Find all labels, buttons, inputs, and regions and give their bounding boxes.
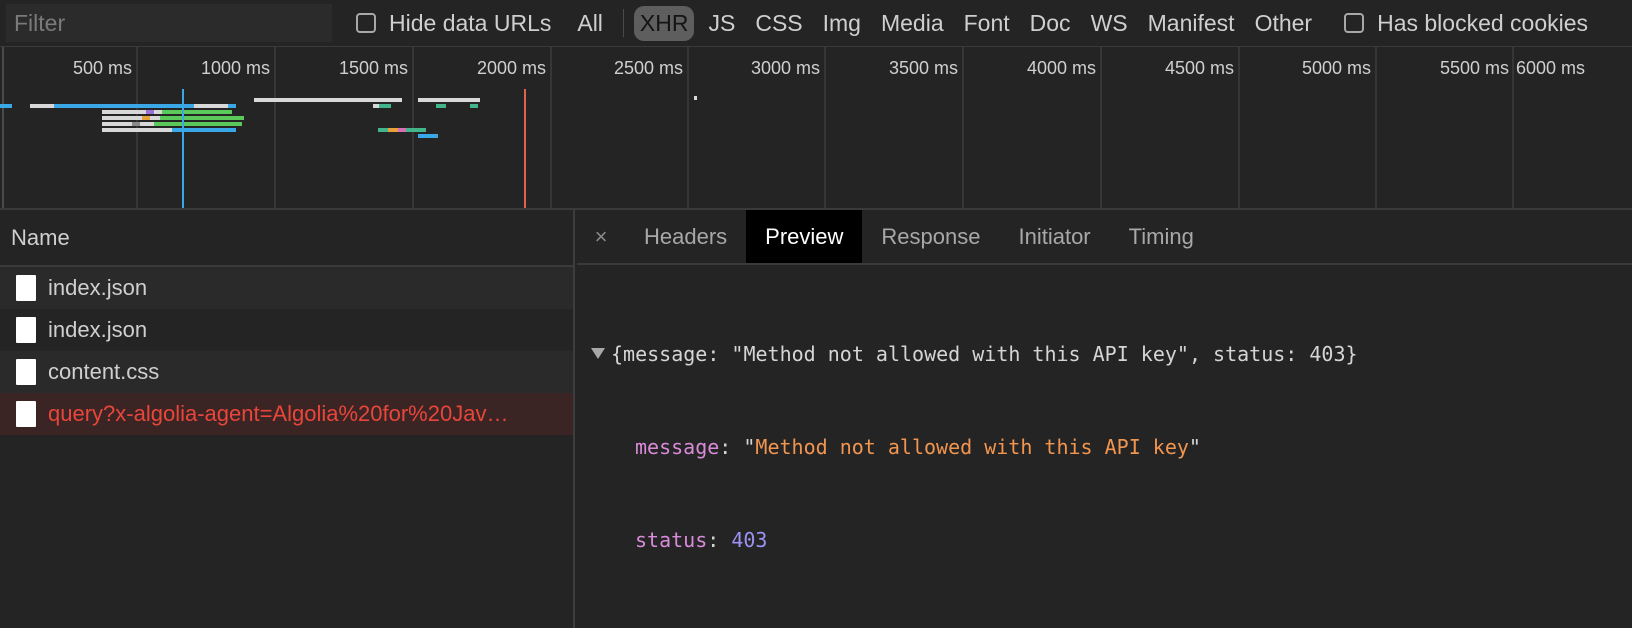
has-blocked-cookies-label: Has blocked cookies [1377, 9, 1589, 36]
request-bar [154, 110, 162, 114]
type-filter-ws[interactable]: WS [1085, 6, 1134, 41]
request-name: index.json [48, 317, 148, 342]
tick-label: 500 ms [72, 58, 132, 78]
json-string-value: Method not allowed with this API key [755, 435, 1189, 459]
request-row[interactable]: index.json [0, 267, 573, 309]
devtools-network-panel: Hide data URLs All XHR JS CSS Img Media … [0, 0, 1632, 628]
request-row[interactable]: index.json [0, 309, 573, 351]
request-bar [102, 122, 132, 126]
request-bar [470, 104, 478, 108]
request-bar [154, 122, 242, 126]
request-bar [140, 122, 154, 126]
request-bar [146, 110, 154, 114]
request-bar [194, 104, 228, 108]
request-bars [0, 96, 697, 138]
tick-label: 2500 ms [613, 58, 683, 78]
close-icon[interactable]: × [577, 210, 625, 263]
request-name: content.css [48, 359, 160, 384]
type-filter-all[interactable]: All [571, 6, 609, 41]
details-tab-bar: × Headers Preview Response Initiator Tim… [577, 210, 1632, 265]
tick-label: 6000 ms [1516, 58, 1586, 78]
type-divider [622, 9, 624, 37]
json-summary: {message: "Method not allowed with this … [611, 342, 1358, 366]
json-property-message: message: "Method not allowed with this A… [635, 435, 1201, 459]
type-filter-font[interactable]: Font [958, 6, 1016, 41]
request-bar [379, 104, 391, 108]
type-filter-manifest[interactable]: Manifest [1142, 6, 1241, 41]
tick-label: 4500 ms [1164, 58, 1234, 78]
request-bar [102, 128, 172, 132]
type-filter-css[interactable]: CSS [749, 6, 808, 41]
expand-triangle-icon[interactable] [591, 348, 605, 359]
request-bar [254, 98, 402, 102]
request-bar [172, 128, 236, 132]
request-details: × Headers Preview Response Initiator Tim… [577, 210, 1632, 628]
request-bar [373, 104, 379, 108]
file-icon [16, 275, 36, 301]
tab-response[interactable]: Response [862, 210, 999, 263]
request-bar [102, 110, 146, 114]
request-bar [436, 104, 446, 108]
request-bar [142, 116, 150, 120]
checkbox-icon[interactable] [1344, 13, 1365, 33]
tick-label: 4000 ms [1026, 58, 1096, 78]
json-root-object[interactable]: {message: "Method not allowed with this … [577, 339, 1632, 370]
json-property-status: status: 403 [635, 528, 768, 552]
has-blocked-cookies-checkbox[interactable]: Has blocked cookies [1344, 10, 1588, 37]
tick-label: 1000 ms [200, 58, 270, 78]
tick-label: 3000 ms [750, 58, 820, 78]
request-row-selected-error[interactable]: query?x-algolia-agent=Algolia%20for%20Ja… [0, 393, 573, 435]
request-row[interactable]: content.css [0, 351, 573, 393]
request-bar [694, 96, 697, 100]
request-bar [0, 104, 12, 108]
hide-data-urls-checkbox[interactable]: Hide data URLs [356, 10, 551, 37]
tick-label: 2000 ms [476, 58, 546, 78]
request-bar [388, 128, 398, 132]
name-column-header[interactable]: Name [0, 210, 573, 267]
tick-label: 5500 ms [1439, 58, 1509, 78]
request-name: query?x-algolia-agent=Algolia%20for%20Ja… [48, 401, 509, 426]
request-bar [378, 128, 388, 132]
request-bar [150, 116, 160, 120]
type-filter-xhr[interactable]: XHR [633, 5, 695, 41]
hide-data-urls-label: Hide data URLs [389, 9, 552, 36]
request-bar [162, 110, 232, 114]
name-column-label: Name [11, 224, 70, 250]
tab-timing[interactable]: Timing [1110, 210, 1213, 263]
request-bar [418, 134, 438, 138]
checkbox-icon[interactable] [356, 13, 376, 33]
file-icon [16, 317, 36, 343]
type-filter-doc[interactable]: Doc [1024, 6, 1077, 41]
tab-preview[interactable]: Preview [746, 210, 863, 263]
network-overview-timeline[interactable]: 500 ms 1000 ms 1500 ms 2000 ms 2500 ms 3… [0, 47, 1632, 210]
type-filter-media[interactable]: Media [875, 6, 950, 41]
json-preview: {message: "Method not allowed with this … [577, 265, 1632, 618]
request-bar [102, 116, 142, 120]
filter-input[interactable] [6, 4, 332, 42]
json-key: message [635, 435, 720, 459]
tick-label: 3500 ms [888, 58, 958, 78]
tick-label: 1500 ms [338, 58, 408, 78]
request-bar [228, 104, 236, 108]
request-bar [418, 98, 480, 102]
type-filter-img[interactable]: Img [817, 6, 867, 41]
json-key: status [635, 528, 708, 552]
request-bar [30, 104, 54, 108]
request-bar [160, 116, 244, 120]
type-filter-other[interactable]: Other [1249, 6, 1319, 41]
request-list: Name index.json index.json content.css q… [0, 210, 575, 628]
filter-toolbar: Hide data URLs All XHR JS CSS Img Media … [0, 0, 1632, 47]
json-number-value: 403 [731, 528, 768, 552]
file-icon [16, 401, 36, 427]
request-name: index.json [48, 275, 148, 300]
request-bar [132, 122, 140, 126]
file-icon [16, 359, 36, 385]
type-filter-js[interactable]: JS [702, 6, 741, 41]
request-bar [54, 104, 194, 108]
tick-label: 5000 ms [1301, 58, 1371, 78]
tab-initiator[interactable]: Initiator [999, 210, 1109, 263]
request-bar [398, 128, 406, 132]
request-bar [406, 128, 426, 132]
tab-headers[interactable]: Headers [625, 210, 746, 263]
